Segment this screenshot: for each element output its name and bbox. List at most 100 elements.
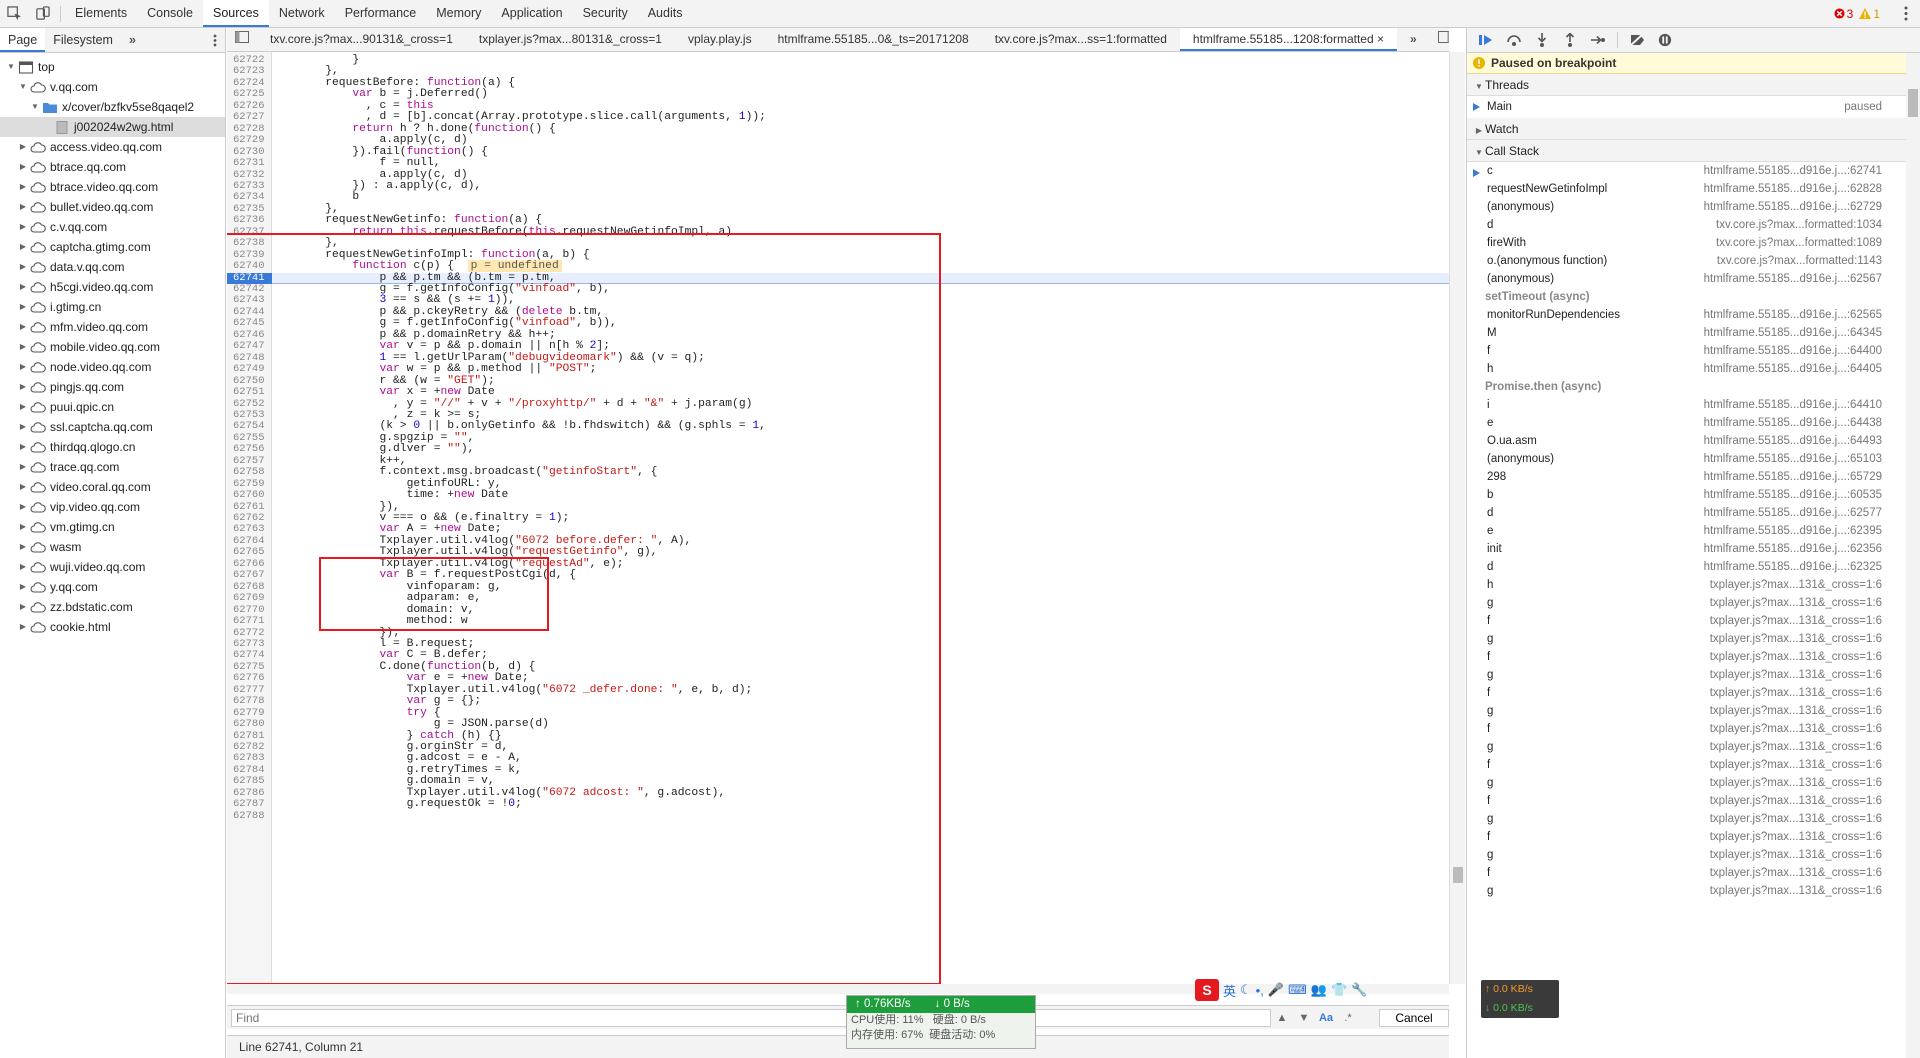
stack-frame[interactable]: (anonymous) htmlframe.55185...d916e.j...:… — [1467, 270, 1920, 288]
expanded-arrow-icon[interactable]: ▼ — [18, 77, 28, 97]
frame-location[interactable]: txplayer.js?max...131&_cross=1:6 — [1710, 702, 1882, 720]
collapsed-arrow-icon[interactable]: ▶ — [18, 417, 28, 437]
line-number[interactable]: 62729 — [227, 134, 272, 146]
stack-frame[interactable]: i htmlframe.55185...d916e.j...:64410 — [1467, 396, 1920, 414]
tree-item[interactable]: ▶ c.v.qq.com — [0, 217, 225, 237]
tree-item[interactable]: ▶ access.video.qq.com — [0, 137, 225, 157]
collapsed-arrow-icon[interactable]: ▶ — [18, 557, 28, 577]
collapsed-arrow-icon[interactable]: ▶ — [18, 217, 28, 237]
tree-item[interactable]: ▼ top — [0, 57, 225, 77]
tab-page[interactable]: Page — [0, 28, 46, 52]
stack-frame[interactable]: e htmlframe.55185...d916e.j...:62395 — [1467, 522, 1920, 540]
tree-item[interactable]: ▶ wuji.video.qq.com — [0, 557, 225, 577]
editor-tab[interactable]: txv.core.js?max...ss=1:formatted — [982, 28, 1180, 51]
frame-location[interactable]: htmlframe.55185...d916e.j...:64493 — [1704, 432, 1882, 450]
stack-frame[interactable]: g txplayer.js?max...131&_cross=1:6 — [1467, 846, 1920, 864]
find-next-icon[interactable]: ▼ — [1293, 1012, 1315, 1024]
tree-item[interactable]: ▶ zz.bdstatic.com — [0, 597, 225, 617]
collapsed-arrow-icon[interactable]: ▶ — [18, 237, 28, 257]
shirt-icon[interactable]: 👕 — [1331, 982, 1347, 998]
collapsed-arrow-icon[interactable]: ▶ — [18, 337, 28, 357]
tab-network[interactable]: Network — [269, 0, 335, 27]
resume-icon[interactable] — [1473, 29, 1499, 51]
stack-frame[interactable]: monitorRunDependencies htmlframe.55185...… — [1467, 306, 1920, 324]
ime-lang[interactable]: 英 — [1223, 981, 1236, 1000]
frame-location[interactable]: htmlframe.55185...d916e.j...:64410 — [1704, 396, 1882, 414]
debugger-scrollbar[interactable] — [1906, 53, 1920, 1058]
tab-filesystem[interactable]: Filesystem — [45, 28, 121, 52]
line-number[interactable]: 62731 — [227, 157, 272, 169]
frame-location[interactable]: htmlframe.55185...d916e.j...:64400 — [1704, 342, 1882, 360]
stack-frame[interactable]: d txv.core.js?max...formatted:1034 — [1467, 216, 1920, 234]
regex-button[interactable]: .* — [1337, 1012, 1359, 1024]
collapsed-arrow-icon[interactable]: ▶ — [18, 357, 28, 377]
tree-item[interactable]: ▶ data.v.qq.com — [0, 257, 225, 277]
frame-location[interactable]: htmlframe.55185...d916e.j...:64405 — [1704, 360, 1882, 378]
stack-frame[interactable]: f txplayer.js?max...131&_cross=1:6 — [1467, 648, 1920, 666]
find-input[interactable] — [231, 1008, 1271, 1027]
step-into-icon[interactable] — [1529, 29, 1555, 51]
frame-location[interactable]: txplayer.js?max...131&_cross=1:6 — [1710, 612, 1882, 630]
tree-item[interactable]: ▶ pingjs.qq.com — [0, 377, 225, 397]
stack-frame[interactable]: g txplayer.js?max...131&_cross=1:6 — [1467, 882, 1920, 900]
frame-location[interactable]: txplayer.js?max...131&_cross=1:6 — [1710, 630, 1882, 648]
more-files-icon[interactable]: » — [1397, 28, 1430, 51]
stack-frame[interactable]: g txplayer.js?max...131&_cross=1:6 — [1467, 630, 1920, 648]
frame-location[interactable]: txplayer.js?max...131&_cross=1:6 — [1710, 774, 1882, 792]
frame-location[interactable]: txplayer.js?max...131&_cross=1:6 — [1710, 882, 1882, 900]
tree-item[interactable]: ▶ cookie.html — [0, 617, 225, 637]
tab-sources[interactable]: Sources — [202, 0, 269, 27]
microphone-icon[interactable]: 🎤 — [1268, 982, 1284, 998]
step-over-icon[interactable] — [1501, 29, 1527, 51]
tree-item[interactable]: ▶ thirdqq.qlogo.cn — [0, 437, 225, 457]
pause-on-exceptions-icon[interactable] — [1652, 29, 1678, 51]
editor-tab[interactable]: htmlframe.55185...0&_ts=20171208 — [765, 28, 982, 51]
frame-location[interactable]: htmlframe.55185...d916e.j...:62356 — [1704, 540, 1882, 558]
tree-item[interactable]: ▼ x/cover/bzfkv5se8qaqel2 — [0, 97, 225, 117]
threads-header[interactable]: ▼ Threads — [1467, 74, 1920, 96]
stack-frame[interactable]: f txplayer.js?max...131&_cross=1:6 — [1467, 828, 1920, 846]
collapsed-arrow-icon[interactable]: ▶ — [18, 497, 28, 517]
tab-audits[interactable]: Audits — [638, 0, 693, 27]
cancel-button[interactable]: Cancel — [1379, 1008, 1449, 1027]
toggle-debugger-icon[interactable] — [1430, 28, 1449, 51]
stack-frame[interactable]: c htmlframe.55185...d916e.j...:62741 — [1467, 162, 1920, 180]
stack-frame[interactable]: (anonymous) htmlframe.55185...d916e.j...:… — [1467, 450, 1920, 468]
frame-location[interactable]: htmlframe.55185...d916e.j...:64345 — [1704, 324, 1882, 342]
frame-location[interactable]: txplayer.js?max...131&_cross=1:6 — [1710, 720, 1882, 738]
frame-location[interactable]: txplayer.js?max...131&_cross=1:6 — [1710, 738, 1882, 756]
moon-icon[interactable]: ☾ — [1240, 982, 1252, 998]
tree-item[interactable]: ▶ wasm — [0, 537, 225, 557]
tree-item[interactable]: ▶ vip.video.qq.com — [0, 497, 225, 517]
tree-item[interactable]: ▶ btrace.video.qq.com — [0, 177, 225, 197]
collapsed-arrow-icon[interactable]: ▶ — [18, 537, 28, 557]
editor-tab[interactable]: htmlframe.55185...1208:formatted × — [1179, 28, 1398, 51]
tree-item[interactable]: ▶ captcha.gtimg.com — [0, 237, 225, 257]
warning-badge[interactable]: 1 — [1859, 7, 1880, 21]
debugger-scroll-thumb[interactable] — [1908, 89, 1918, 117]
watch-header[interactable]: ▶ Watch — [1467, 118, 1920, 140]
stack-frame[interactable]: Mhtmlframe.55185...d916e.j...:64345 — [1467, 324, 1920, 342]
collapsed-arrow-icon[interactable]: ▶ — [18, 477, 28, 497]
stack-frame[interactable]: g txplayer.js?max...131&_cross=1:6 — [1467, 702, 1920, 720]
collapsed-arrow-icon[interactable]: ▶ — [18, 137, 28, 157]
frame-location[interactable]: htmlframe.55185...d916e.j...:62325 — [1704, 558, 1882, 576]
stack-frame[interactable]: g txplayer.js?max...131&_cross=1:6 — [1467, 774, 1920, 792]
close-tab-icon[interactable]: × — [1374, 32, 1384, 46]
stack-frame[interactable]: requestNewGetinfoImpl htmlframe.55185...d… — [1467, 180, 1920, 198]
frame-location[interactable]: txplayer.js?max...131&_cross=1:6 — [1710, 810, 1882, 828]
frame-location[interactable]: txplayer.js?max...131&_cross=1:6 — [1710, 648, 1882, 666]
tree-item[interactable]: ▶ i.gtimg.cn — [0, 297, 225, 317]
collapsed-arrow-icon[interactable]: ▶ — [18, 597, 28, 617]
error-badge[interactable]: 3 — [1834, 7, 1853, 21]
frame-location[interactable]: txv.core.js?max...formatted:1089 — [1716, 234, 1882, 252]
stack-frame[interactable]: f txplayer.js?max...131&_cross=1:6 — [1467, 720, 1920, 738]
stack-frame[interactable]: f txplayer.js?max...131&_cross=1:6 — [1467, 756, 1920, 774]
tree-item[interactable]: ▶ vm.gtimg.cn — [0, 517, 225, 537]
stack-frame[interactable]: f htmlframe.55185...d916e.j...:64400 — [1467, 342, 1920, 360]
tab-security[interactable]: Security — [573, 0, 638, 27]
tree-item[interactable]: ▶ node.video.qq.com — [0, 357, 225, 377]
stack-frame[interactable]: (anonymous) htmlframe.55185...d916e.j...:… — [1467, 198, 1920, 216]
expanded-arrow-icon[interactable]: ▼ — [6, 57, 16, 77]
frame-location[interactable]: txplayer.js?max...131&_cross=1:6 — [1710, 576, 1882, 594]
